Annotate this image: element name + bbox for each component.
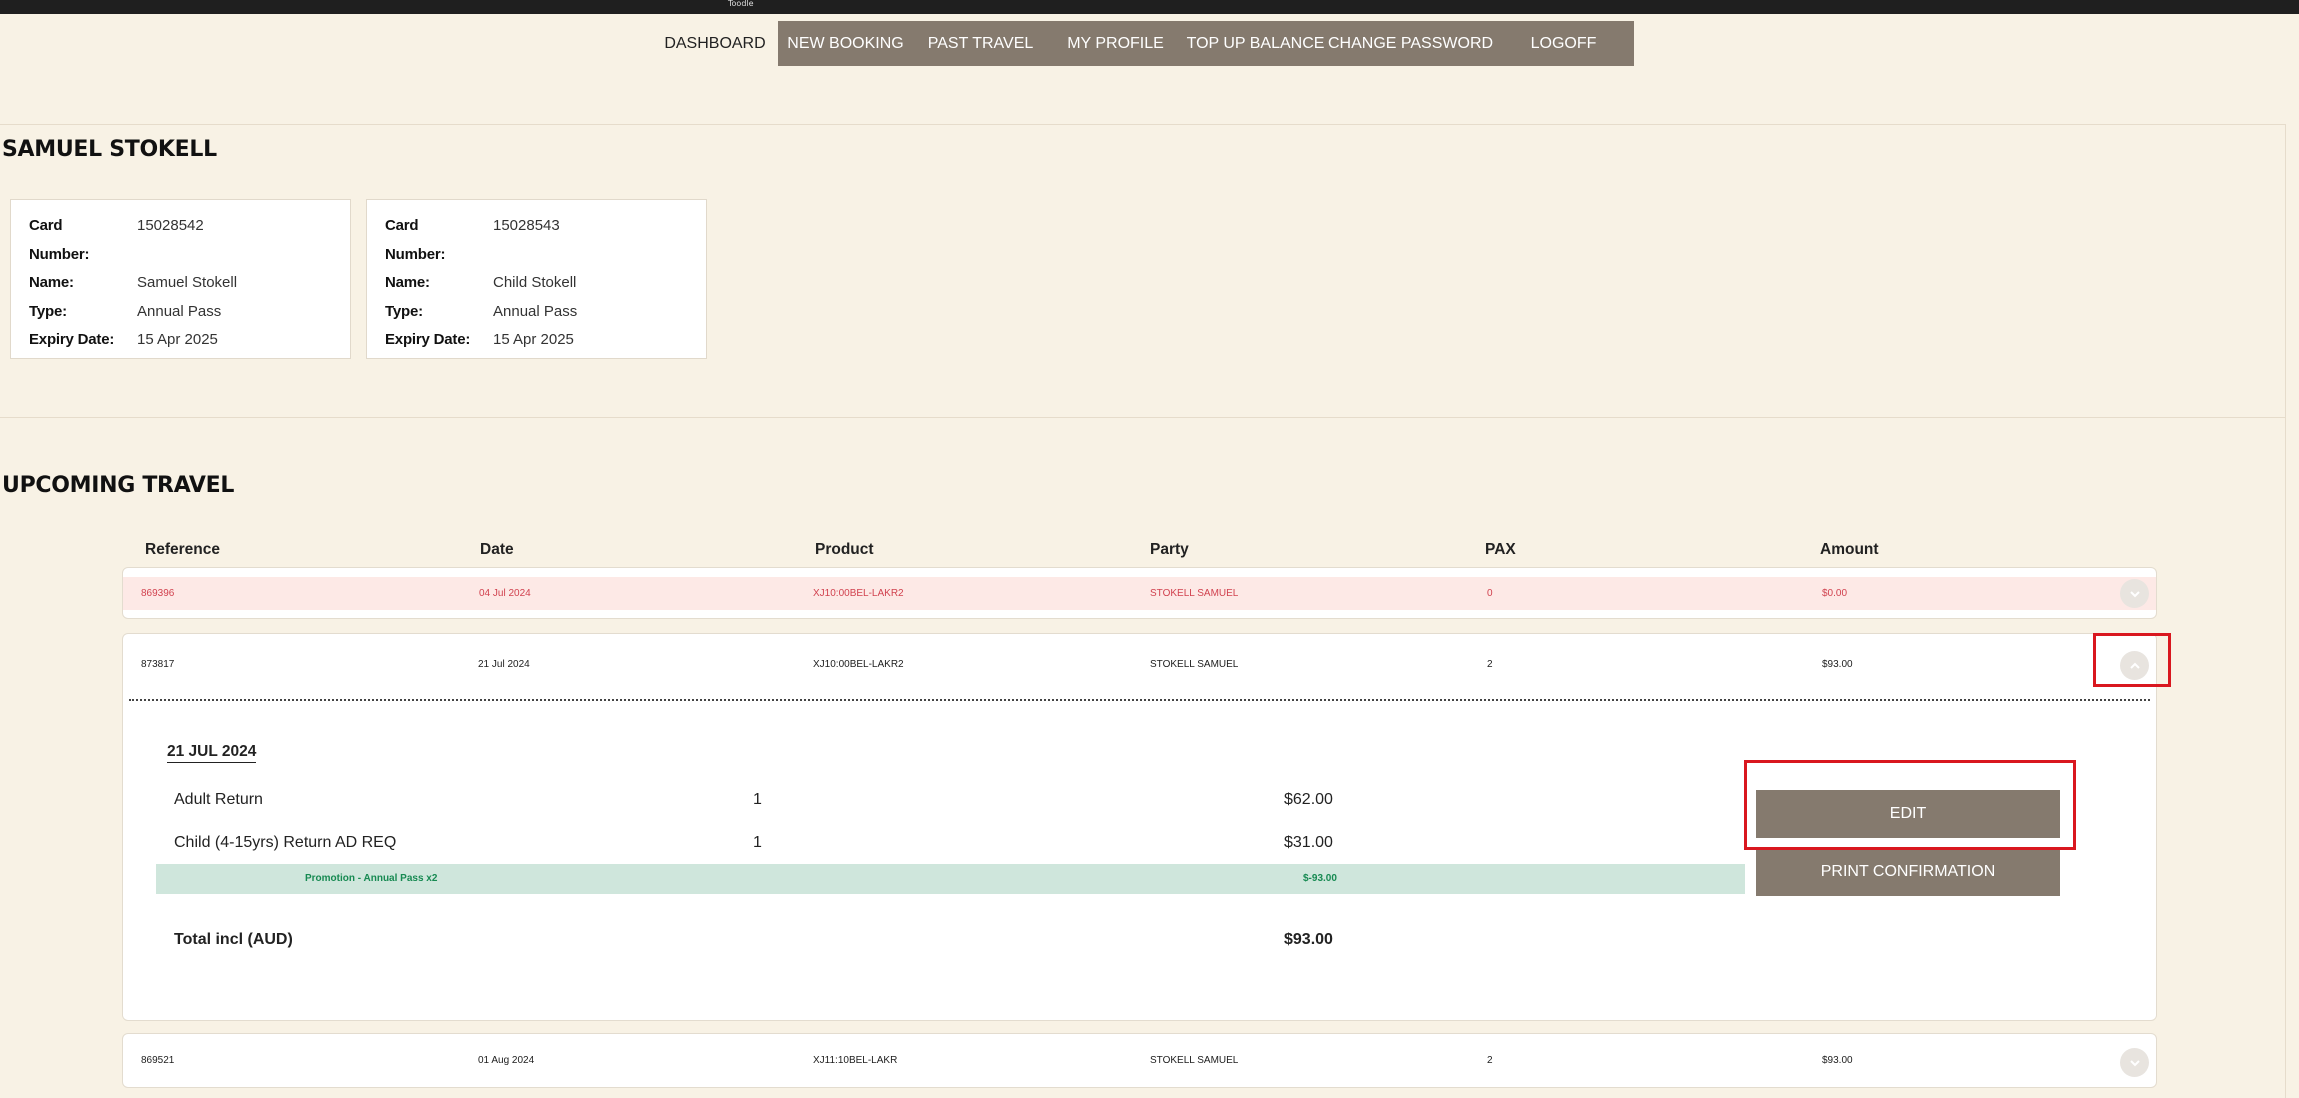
row-product: XJ10:00BEL-LAKR2	[813, 588, 904, 599]
booking-row-container: 869521 01 Aug 2024 XJ11:10BEL-LAKR STOKE…	[122, 1033, 2157, 1088]
total-value: $93.00	[1284, 931, 1333, 948]
card-number-label: Number:	[385, 245, 446, 263]
column-header-party: Party	[1150, 541, 1189, 558]
card-name-label: Name:	[385, 274, 430, 291]
nav-change-password[interactable]: CHANGE PASSWORD	[1328, 21, 1493, 66]
table-row[interactable]: 869396 04 Jul 2024 XJ10:00BEL-LAKR2 STOK…	[123, 577, 2156, 610]
table-header: Reference Date Product Party PAX Amount	[0, 541, 2299, 565]
expand-chevron-down-icon[interactable]	[2120, 579, 2149, 608]
row-pax: 2	[1487, 659, 1493, 670]
fare-quantity: 1	[753, 834, 762, 851]
row-amount: $0.00	[1822, 588, 1848, 599]
top-bar-title: Toodle	[728, 0, 754, 8]
row-date: 21 Jul 2024	[478, 659, 530, 670]
fare-price: $62.00	[1284, 791, 1333, 808]
travel-card: Card 15028543 Number: Name: Child Stokell …	[366, 199, 707, 359]
row-party: STOKELL SAMUEL	[1150, 659, 1239, 670]
divider	[0, 417, 2285, 418]
card-expiry-value: 15 Apr 2025	[137, 331, 218, 348]
detail-divider	[129, 699, 2150, 701]
divider	[2285, 124, 2286, 1098]
fare-label: Child (4-15yrs) Return AD REQ	[174, 834, 397, 851]
fare-label: Adult Return	[174, 791, 263, 808]
nav-my-profile[interactable]: MY PROFILE	[1048, 21, 1183, 66]
row-amount: $93.00	[1822, 1055, 1853, 1066]
nav-new-booking[interactable]: NEW BOOKING	[778, 21, 913, 66]
fare-price: $31.00	[1284, 834, 1333, 851]
promotion-label: Promotion - Annual Pass x2	[305, 873, 438, 884]
column-header-pax: PAX	[1485, 541, 1516, 558]
card-name-value: Child Stokell	[493, 274, 577, 291]
card-type-value: Annual Pass	[493, 302, 578, 320]
card-number-label: Card	[385, 217, 419, 234]
user-name-heading: SAMUEL STOKELL	[2, 137, 217, 162]
column-header-amount: Amount	[1820, 541, 1879, 558]
table-row[interactable]: 869521 01 Aug 2024 XJ11:10BEL-LAKR STOKE…	[123, 1052, 2156, 1072]
card-number-value: 15028543	[493, 217, 560, 234]
row-product: XJ11:10BEL-LAKR	[813, 1055, 898, 1066]
row-pax: 0	[1487, 588, 1493, 599]
card-number-label: Card	[29, 217, 63, 234]
highlight-box	[2093, 633, 2171, 687]
row-date: 01 Aug 2024	[478, 1055, 535, 1066]
expand-chevron-down-icon[interactable]	[2120, 1048, 2149, 1077]
card-type-label: Type:	[385, 302, 423, 320]
upcoming-travel-heading: UPCOMING TRAVEL	[2, 473, 235, 498]
nav-menu-bar: NEW BOOKING PAST TRAVEL MY PROFILE TOP U…	[778, 21, 1634, 66]
highlight-box	[1744, 760, 2076, 850]
top-bar: Toodle	[0, 0, 2299, 14]
column-header-product: Product	[815, 541, 874, 558]
card-type-value: Annual Pass	[137, 302, 222, 320]
card-name-value: Samuel Stokell	[137, 274, 238, 291]
card-number-value: 15028542	[137, 217, 204, 234]
column-header-reference: Reference	[145, 541, 220, 558]
row-party: STOKELL SAMUEL	[1150, 588, 1239, 599]
nav-past-travel[interactable]: PAST TRAVEL	[913, 21, 1048, 66]
booking-detail-date: 21 JUL 2024	[167, 742, 257, 763]
nav-logoff[interactable]: LOGOFF	[1493, 21, 1634, 66]
row-pax: 2	[1487, 1055, 1493, 1066]
promotion-amount: $-93.00	[1303, 873, 1337, 884]
travel-card: Card 15028542 Number: Name: Samuel Stokell…	[10, 199, 351, 359]
print-confirmation-button[interactable]: PRINT CONFIRMATION	[1756, 848, 2060, 896]
row-reference: 873817	[141, 659, 175, 670]
card-type-label: Type:	[29, 302, 67, 320]
row-reference: 869396	[141, 588, 175, 599]
row-reference: 869521	[141, 1055, 175, 1066]
row-party: STOKELL SAMUEL	[1150, 1055, 1239, 1066]
card-name-label: Name:	[29, 274, 74, 291]
row-date: 04 Jul 2024	[479, 588, 531, 599]
fare-quantity: 1	[753, 791, 762, 808]
row-amount: $93.00	[1822, 659, 1853, 670]
promotion-line: Promotion - Annual Pass x2 $-93.00	[156, 864, 1745, 894]
nav-dashboard[interactable]: DASHBOARD	[652, 21, 778, 66]
card-expiry-label: Expiry Date:	[29, 331, 115, 348]
divider	[0, 124, 2286, 125]
main-nav: DASHBOARD NEW BOOKING PAST TRAVEL MY PRO…	[652, 21, 1634, 66]
row-product: XJ10:00BEL-LAKR2	[813, 659, 904, 670]
card-number-label: Number:	[29, 245, 90, 263]
nav-top-up-balance[interactable]: TOP UP BALANCE	[1183, 21, 1328, 66]
column-header-date: Date	[480, 541, 514, 558]
total-label: Total incl (AUD)	[174, 931, 293, 948]
booking-row-container: 869396 04 Jul 2024 XJ10:00BEL-LAKR2 STOK…	[122, 567, 2157, 619]
card-expiry-value: 15 Apr 2025	[493, 331, 574, 348]
card-expiry-label: Expiry Date:	[385, 331, 471, 348]
table-row[interactable]: 873817 21 Jul 2024 XJ10:00BEL-LAKR2 STOK…	[123, 656, 2156, 676]
